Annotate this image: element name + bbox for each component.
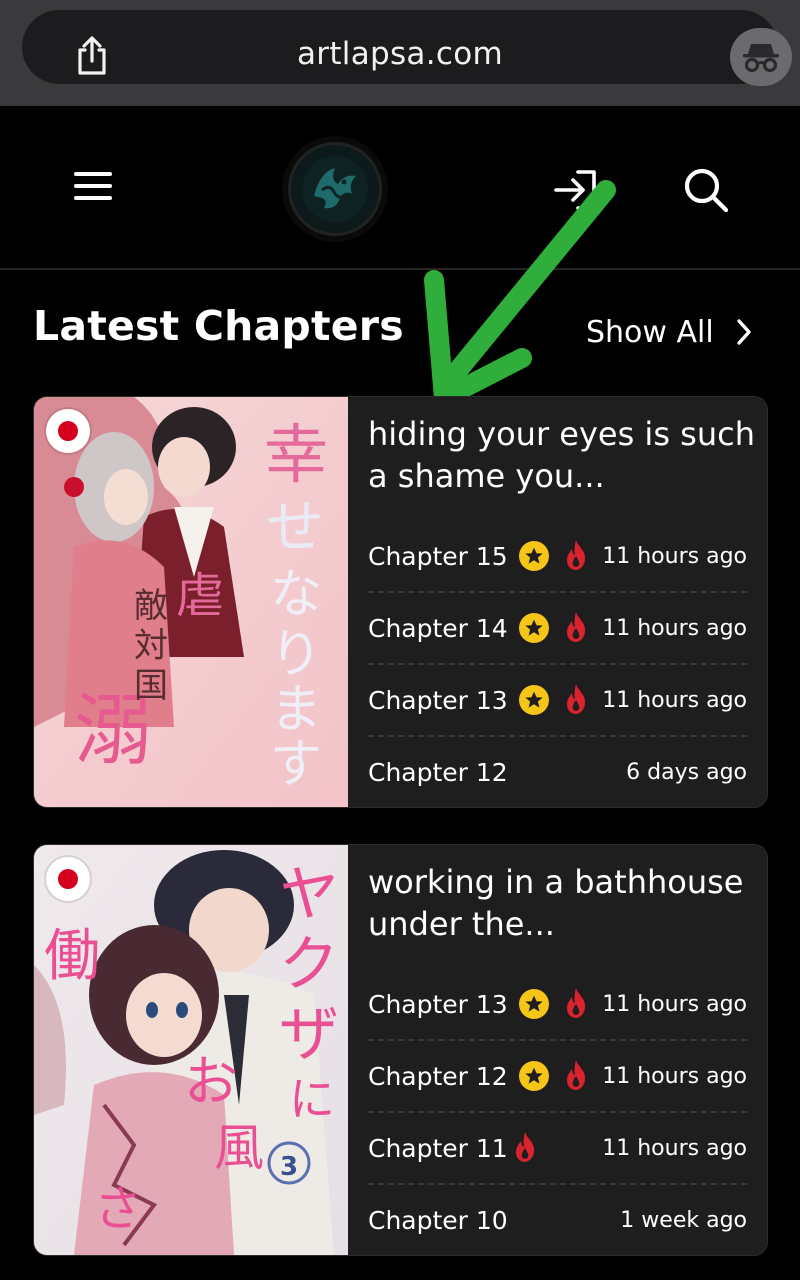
chapter-time: 11 hours ago (602, 543, 747, 569)
chapter-name[interactable]: Chapter 10 (368, 1206, 508, 1235)
svg-text:お: お (184, 1050, 238, 1113)
search-icon[interactable] (682, 166, 732, 214)
svg-text:さ: さ (94, 1181, 142, 1237)
chapter-name[interactable]: Chapter 14 (368, 614, 508, 643)
svg-text:ク: ク (279, 930, 339, 1000)
chapter-row[interactable]: Chapter 11 11 hours ago (368, 1113, 747, 1185)
svg-text:す: す (270, 735, 322, 795)
cover-image[interactable]: ヤ ク ザ に 働 お 風 さ 3 (34, 845, 348, 1255)
fire-icon (567, 540, 586, 570)
chapter-name[interactable]: Chapter 13 (368, 686, 508, 715)
chapter-name[interactable]: Chapter 12 (368, 758, 508, 787)
language-flag-icon (46, 409, 90, 453)
chapter-time: 11 hours ago (602, 687, 747, 713)
svg-text:対: 対 (134, 626, 168, 666)
star-badge-icon (519, 685, 549, 715)
chapter-name[interactable]: Chapter 11 (368, 1134, 508, 1163)
star-badge-icon (519, 1061, 549, 1091)
svg-text:せ: せ (266, 493, 324, 561)
chapter-row[interactable]: Chapter 12 11 hours ago (368, 1041, 747, 1113)
language-flag-icon (46, 857, 90, 901)
manga-title[interactable]: hiding your eyes is such a shame you... (368, 413, 758, 497)
manga-card[interactable]: ヤ ク ザ に 働 お 風 さ 3 working in a bathhouse… (33, 844, 768, 1256)
section-title: Latest Chapters (33, 302, 404, 350)
svg-text:に: に (289, 1072, 335, 1126)
fire-icon (567, 684, 586, 714)
svg-text:ヤ: ヤ (279, 860, 339, 930)
browser-toolbar: artlapsa.com (0, 0, 800, 106)
fire-icon (567, 988, 586, 1018)
chapter-name[interactable]: Chapter 15 (368, 542, 508, 571)
site-header (0, 106, 800, 270)
cover-image[interactable]: 溺 幸 せ な り ま す 虐 敵 対 国 (34, 397, 348, 807)
chapter-row[interactable]: Chapter 10 1 week ago (368, 1185, 747, 1255)
chapter-time: 11 hours ago (602, 1135, 747, 1161)
star-badge-icon (519, 989, 549, 1019)
svg-text:虐: 虐 (176, 568, 224, 624)
svg-text:な: な (270, 565, 322, 625)
star-badge-icon (519, 541, 549, 571)
chapter-row[interactable]: Chapter 15 11 hours ago (368, 521, 747, 593)
fire-icon (567, 612, 586, 642)
chapter-list: Chapter 15 11 hours ago Chapter 14 11 ho… (368, 521, 747, 807)
login-icon[interactable] (552, 168, 602, 212)
chapter-row[interactable]: Chapter 13 11 hours ago (368, 665, 747, 737)
svg-text:敵: 敵 (134, 586, 168, 626)
site-logo[interactable] (288, 142, 382, 236)
svg-text:幸: 幸 (264, 419, 328, 493)
star-badge-icon (519, 613, 549, 643)
url-text[interactable]: artlapsa.com (22, 36, 778, 72)
chapter-name[interactable]: Chapter 12 (368, 1062, 508, 1091)
chapter-row[interactable]: Chapter 14 11 hours ago (368, 593, 747, 665)
menu-icon[interactable] (74, 172, 114, 202)
svg-text:働: 働 (44, 924, 100, 989)
svg-text:ザ: ザ (279, 1000, 339, 1070)
show-all-link[interactable]: Show All (586, 310, 752, 354)
chapter-row[interactable]: Chapter 13 11 hours ago (368, 969, 747, 1041)
chapter-time: 1 week ago (620, 1207, 747, 1233)
incognito-icon[interactable] (730, 28, 792, 86)
svg-text:風: 風 (214, 1119, 264, 1177)
manga-card[interactable]: 溺 幸 せ な り ま す 虐 敵 対 国 hiding your eyes i… (33, 396, 768, 808)
chapter-time: 11 hours ago (602, 615, 747, 641)
fire-icon (516, 1132, 535, 1162)
chapter-time: 6 days ago (626, 759, 747, 785)
chapter-row[interactable]: Chapter 12 6 days ago (368, 737, 747, 807)
svg-text:3: 3 (280, 1152, 298, 1182)
svg-text:ま: ま (270, 680, 322, 740)
svg-text:り: り (270, 625, 322, 685)
chapter-time: 11 hours ago (602, 1063, 747, 1089)
address-bar[interactable]: artlapsa.com (22, 10, 792, 86)
chapter-list: Chapter 13 11 hours ago Chapter 12 11 ho… (368, 969, 747, 1255)
fire-icon (567, 1060, 586, 1090)
manga-title[interactable]: working in a bathhouse under the... (368, 861, 758, 945)
chapter-name[interactable]: Chapter 13 (368, 990, 508, 1019)
chevron-right-icon[interactable] (736, 318, 752, 346)
show-all-label[interactable]: Show All (586, 315, 714, 350)
chapter-time: 11 hours ago (602, 991, 747, 1017)
svg-text:国: 国 (134, 666, 168, 706)
